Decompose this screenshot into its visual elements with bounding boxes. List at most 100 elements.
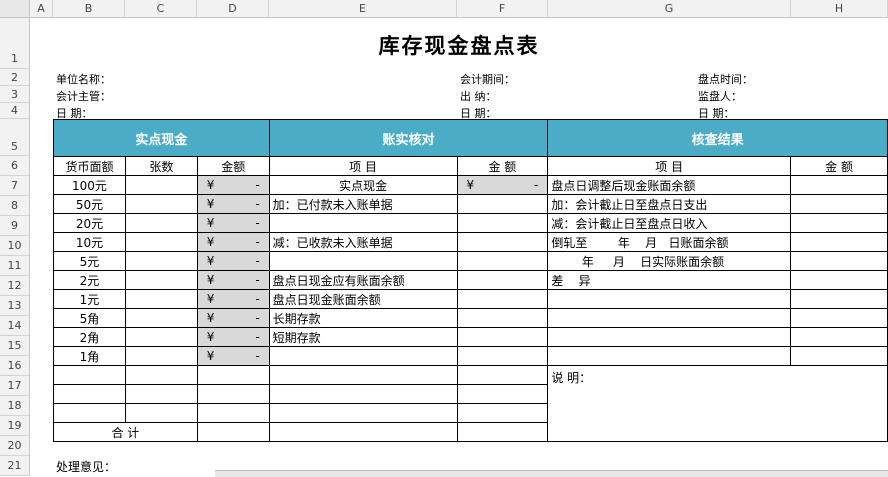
row-header-13[interactable]: 13 (0, 296, 30, 316)
count-cell[interactable] (124, 213, 198, 233)
recon-amount-cell[interactable] (456, 213, 549, 233)
row-header-15[interactable]: 15 (0, 336, 30, 356)
count-time-label[interactable]: 盘点时间： (698, 71, 753, 87)
row-header-10[interactable]: 10 (0, 236, 30, 256)
row-header-20[interactable]: 20 (0, 436, 30, 456)
check-result-header[interactable]: 核查结果 (547, 119, 888, 157)
row-header-9[interactable]: 9 (0, 216, 30, 236)
row-header-6[interactable]: 6 (0, 156, 30, 176)
column-header-h[interactable]: H (791, 0, 888, 18)
recon-item-cell[interactable]: 减：已收款未入账单据 (268, 232, 458, 252)
result-amount-cell[interactable] (790, 232, 888, 252)
recon-item-cell[interactable] (268, 346, 458, 366)
recon-item-cell[interactable] (268, 251, 458, 271)
denomination-cell[interactable]: 10元 (53, 232, 126, 252)
recon-amount-cell[interactable] (456, 346, 549, 366)
count-cell[interactable] (124, 327, 198, 347)
result-item-cell[interactable]: 减：会计截止日至盘点日收入 (547, 213, 792, 233)
amount-cell[interactable]: ¥ - (196, 194, 270, 214)
count-cell[interactable] (124, 365, 198, 385)
recon-amount-cell[interactable] (456, 270, 549, 290)
count-cell[interactable] (124, 270, 198, 290)
result-item-cell[interactable]: 倒轧至 年 月 日账面余额 (547, 232, 792, 252)
actual-cash-header[interactable]: 实点现金 (53, 119, 270, 157)
denomination-cell[interactable]: 100元 (53, 175, 126, 195)
recon-item-cell[interactable]: 实点现金 (268, 175, 458, 195)
row-header-4[interactable]: 4 (0, 103, 30, 119)
result-amount-cell[interactable] (790, 327, 888, 347)
denomination-cell[interactable]: 1元 (53, 289, 126, 309)
recon-amount-cell[interactable] (456, 422, 549, 442)
recon-item-cell[interactable]: 长期存款 (268, 308, 458, 328)
row-header-11[interactable]: 11 (0, 256, 30, 276)
recon-amount-cell[interactable] (456, 308, 549, 328)
row-header-8[interactable]: 8 (0, 196, 30, 216)
amount-cell[interactable]: ¥ - (196, 213, 270, 233)
result-amount-cell[interactable] (790, 213, 888, 233)
result-amount-cell[interactable] (790, 251, 888, 271)
accounting-supervisor-label[interactable]: 会计主管： (56, 88, 111, 104)
denomination-cell[interactable]: 5元 (53, 251, 126, 271)
recon-item-cell[interactable]: 短期存款 (268, 327, 458, 347)
column-header-g[interactable]: G (548, 0, 791, 18)
row-header-3[interactable]: 3 (0, 86, 30, 103)
result-item-cell[interactable] (547, 289, 792, 309)
count-header[interactable]: 张数 (124, 156, 198, 176)
count-cell[interactable] (124, 308, 198, 328)
supervisor-label[interactable]: 监盘人： (698, 88, 742, 104)
result-amount-cell[interactable] (790, 270, 888, 290)
row-header-2[interactable]: 2 (0, 69, 30, 86)
amount-cell[interactable]: ¥ - (196, 175, 270, 195)
result-amount-cell[interactable] (790, 175, 888, 195)
result-item-header[interactable]: 项 目 (547, 156, 792, 176)
column-header-c[interactable]: C (125, 0, 197, 18)
unit-name-label[interactable]: 单位名称： (56, 71, 111, 87)
amount-cell[interactable]: ¥ - (196, 308, 270, 328)
result-item-cell[interactable]: 盘点日调整后现金账面余额 (547, 175, 792, 195)
notes-cell[interactable]: 说 明： (547, 365, 888, 442)
denomination-cell[interactable]: 50元 (53, 194, 126, 214)
row-header-21[interactable]: 21 (0, 456, 30, 476)
count-cell[interactable] (124, 251, 198, 271)
recon-item-cell[interactable] (268, 365, 458, 385)
amount-cell[interactable] (196, 403, 270, 423)
total-amount-cell[interactable] (196, 422, 270, 442)
row-header-1[interactable]: 1 (0, 18, 30, 69)
denomination-cell[interactable]: 20元 (53, 213, 126, 233)
recon-amount-cell[interactable] (456, 289, 549, 309)
row-header-12[interactable]: 12 (0, 276, 30, 296)
amount-cell[interactable]: ¥ - (196, 346, 270, 366)
count-cell[interactable] (124, 175, 198, 195)
amount-header[interactable]: 金额 (196, 156, 270, 176)
denomination-cell[interactable]: 2角 (53, 327, 126, 347)
recon-item-cell[interactable]: 盘点日现金账面余额 (268, 289, 458, 309)
row-header-17[interactable]: 17 (0, 376, 30, 396)
column-header-a[interactable]: A (30, 0, 53, 18)
row-header-14[interactable]: 14 (0, 316, 30, 336)
recon-amount-cell[interactable] (456, 251, 549, 271)
recon-amount-header[interactable]: 金 额 (456, 156, 549, 176)
count-cell[interactable] (124, 346, 198, 366)
amount-cell[interactable] (196, 384, 270, 404)
row-header-7[interactable]: 7 (0, 176, 30, 196)
recon-amount-cell[interactable]: ¥ - (456, 175, 549, 195)
row-header-16[interactable]: 16 (0, 356, 30, 376)
result-item-cell[interactable] (547, 346, 792, 366)
column-header-d[interactable]: D (197, 0, 269, 18)
recon-amount-cell[interactable] (456, 194, 549, 214)
amount-cell[interactable]: ¥ - (196, 232, 270, 252)
column-header-f[interactable]: F (457, 0, 548, 18)
amount-cell[interactable]: ¥ - (196, 327, 270, 347)
result-item-cell[interactable] (547, 327, 792, 347)
result-item-cell[interactable] (547, 308, 792, 328)
opinion-label[interactable]: 处理意见： (56, 458, 116, 475)
recon-amount-cell[interactable] (456, 403, 549, 423)
result-amount-cell[interactable] (790, 289, 888, 309)
accounting-period-label[interactable]: 会计期间： (460, 71, 515, 87)
cashier-label[interactable]: 出 纳： (460, 88, 497, 104)
recon-item-cell[interactable]: 加：已付款未入账单据 (268, 194, 458, 214)
amount-cell[interactable]: ¥ - (196, 251, 270, 271)
recon-item-cell[interactable] (268, 422, 458, 442)
recon-item-header[interactable]: 项 目 (268, 156, 458, 176)
select-all-corner[interactable] (0, 0, 30, 18)
